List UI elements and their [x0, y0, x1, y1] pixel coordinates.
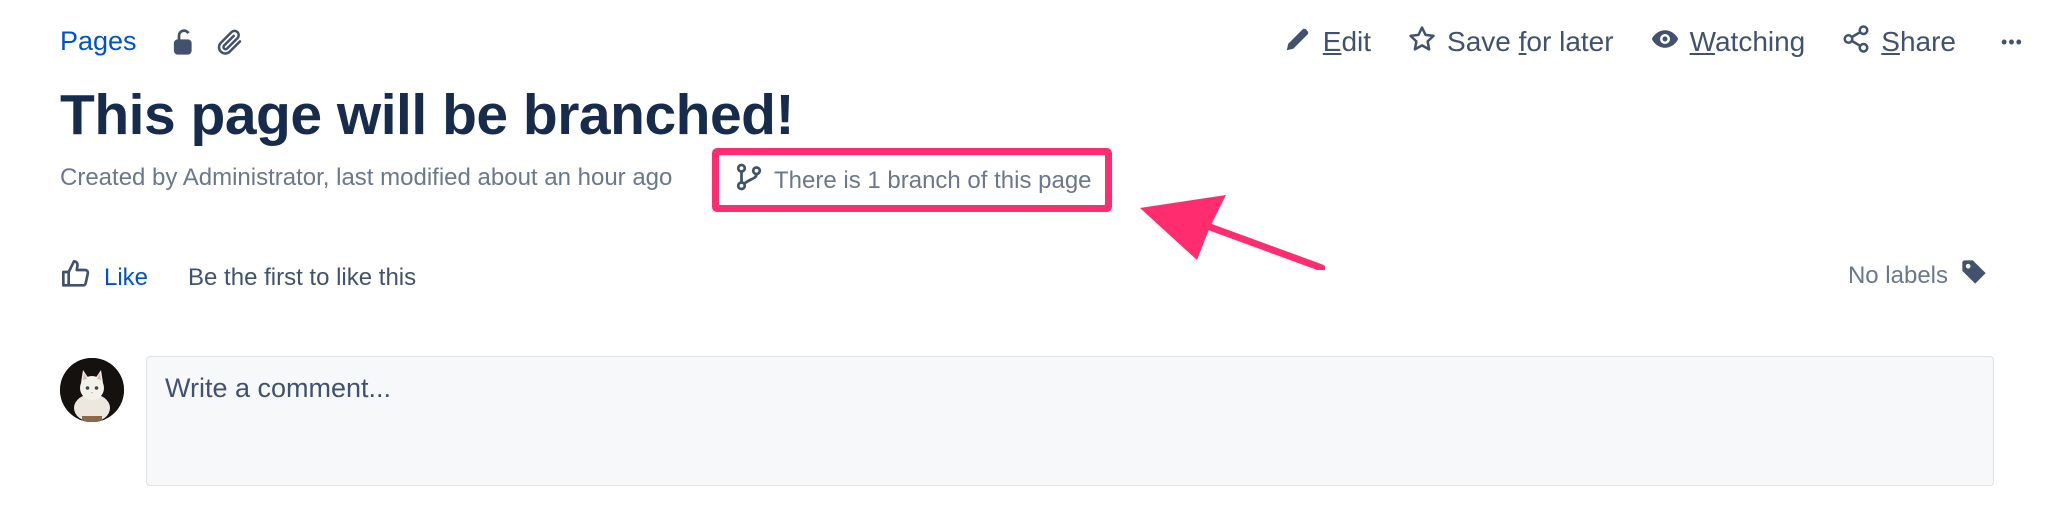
save-for-later-button[interactable]: Save for later — [1389, 14, 1632, 70]
avatar — [60, 358, 124, 422]
attachment-icon[interactable] — [212, 24, 248, 60]
share-label: Share — [1881, 26, 1956, 57]
labels-section[interactable]: No labels — [1848, 258, 1988, 293]
no-labels-text: No labels — [1847, 261, 1948, 289]
like-row: Like Be the first to like this — [60, 258, 416, 297]
page-byline: Created by Administrator, last modified … — [60, 164, 673, 191]
page-toolbar: Edit Save for later Watching Share ••• — [1265, 14, 2036, 70]
pencil-icon — [1283, 24, 1313, 61]
watching-label: Watching — [1689, 26, 1806, 57]
save-for-later-label: Save for later — [1447, 26, 1614, 57]
branch-notice-text: There is 1 branch of this page — [774, 166, 1092, 194]
watching-button[interactable]: Watching — [1632, 14, 1824, 70]
edit-label: Edit — [1322, 26, 1372, 57]
share-button[interactable]: Share — [1823, 14, 1974, 70]
tag-icon — [1960, 258, 1988, 293]
like-button[interactable]: Like — [60, 258, 148, 297]
comment-input[interactable]: Write a comment... — [146, 356, 1994, 486]
page-title: This page will be branched! — [60, 83, 794, 147]
annotation-arrow — [1140, 195, 1325, 270]
like-label: Like — [104, 263, 149, 291]
more-actions-button[interactable]: ••• — [1974, 14, 2036, 70]
edit-button[interactable]: Edit — [1265, 14, 1389, 70]
more-icon: ••• — [2001, 31, 2023, 52]
like-summary-text: Be the first to like this — [188, 263, 417, 291]
share-icon — [1841, 24, 1871, 61]
branch-notice-link[interactable]: There is 1 branch of this page — [734, 162, 1092, 199]
unlocked-icon[interactable] — [166, 24, 202, 60]
eye-icon — [1650, 24, 1680, 61]
star-icon — [1407, 24, 1437, 61]
breadcrumb-pages-link[interactable]: Pages — [60, 26, 137, 57]
branch-icon — [734, 162, 764, 199]
thumbs-up-icon — [60, 258, 92, 297]
